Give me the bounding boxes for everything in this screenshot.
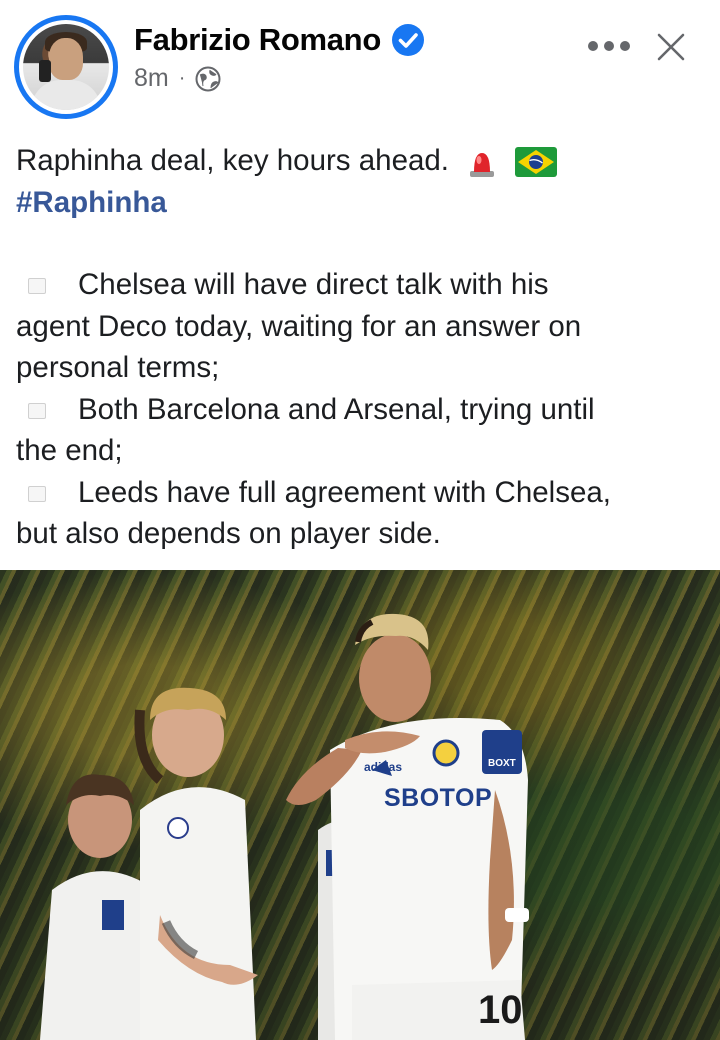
bullet-icon (28, 402, 46, 419)
avatar-image (23, 24, 109, 110)
globe-icon[interactable] (195, 66, 221, 92)
bullet-text: Leeds have full agreement with Chelsea, (78, 475, 611, 509)
shirt-brand-text: adidas (364, 760, 403, 774)
bullet-text: Both Barcelona and Arsenal, trying until (78, 392, 595, 426)
hashtag-link[interactable]: #Raphinha (16, 186, 167, 219)
post-photo[interactable]: adidas SBOTOP BOXT 10 (0, 570, 720, 1040)
bullet-icon (28, 485, 46, 502)
verified-badge-icon (391, 24, 424, 56)
shirt-number: 10 (478, 988, 523, 1032)
post-headline: Raphinha deal, key hours ahead. (16, 144, 449, 177)
bullet-icon (28, 278, 46, 295)
meta-separator: · (178, 67, 186, 89)
armband-text: BOXT (488, 758, 516, 769)
post-body: Raphinha deal, key hours ahead. #Raphinh… (16, 140, 706, 555)
close-icon[interactable] (654, 30, 688, 64)
author-name[interactable]: Fabrizio Romano (134, 22, 381, 58)
post-time[interactable]: 8m (134, 64, 169, 93)
avatar[interactable] (14, 15, 118, 119)
photo-players-illustration (40, 613, 529, 1040)
bullet-text: Chelsea will have direct talk with his (78, 268, 549, 301)
bullet-text-continued: agent Deco today, waiting for an answer … (16, 309, 582, 343)
post-header: Fabrizio Romano 8m · (0, 0, 720, 125)
brazil-flag-emoji-icon (515, 147, 558, 178)
bullet-text-continued: personal terms; (16, 351, 220, 384)
sponsor-text: SBOTOP (384, 784, 493, 812)
more-options-icon[interactable] (588, 36, 630, 56)
siren-emoji-icon (470, 153, 495, 178)
bullet-text-continued: but also depends on player side. (16, 517, 441, 550)
bullet-text-continued: the end; (16, 434, 123, 467)
